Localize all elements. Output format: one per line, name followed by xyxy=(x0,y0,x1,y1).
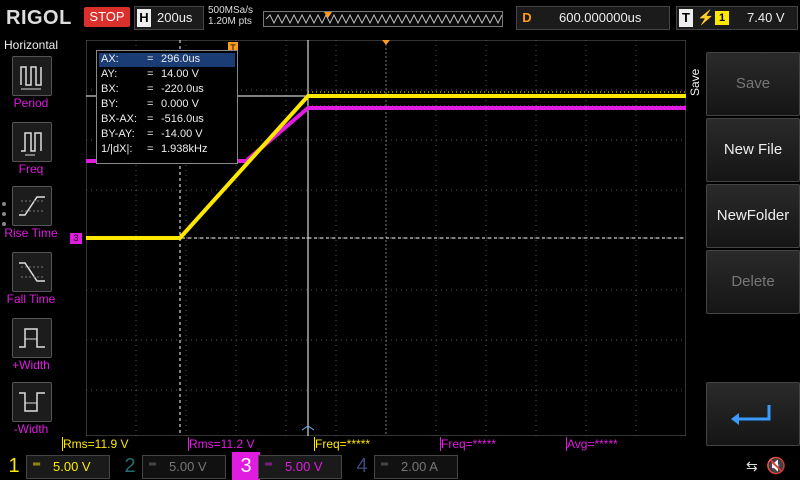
meas-rms-ch3[interactable]: Rms=11.2 V xyxy=(188,437,315,451)
ch2-coupling-icon: ═ xyxy=(149,459,157,470)
channel-status-bar: 1 ═ 5.00 V 2 ═ 5.00 V 3 ═ 5.00 V 4 ═ 2.0… xyxy=(0,452,800,480)
meas-freq-ch1[interactable]: Freq=***** xyxy=(314,437,441,451)
ch1-number: 1 xyxy=(8,455,20,477)
timebase-value: 200us xyxy=(157,10,193,25)
ch2-box: ═ 5.00 V xyxy=(142,455,226,479)
top-status-bar: RIGOL STOP H 200us 500MSa/s 1.20M pts D … xyxy=(0,0,800,36)
run-stop-indicator[interactable]: STOP xyxy=(84,7,130,27)
readout-row-by: BY: = 0.000 V xyxy=(101,98,199,110)
ch3-offset-marker[interactable]: 3 xyxy=(70,233,82,244)
rigol-logo: RIGOL xyxy=(6,7,72,29)
trigger-source: 1 xyxy=(715,11,729,25)
save-menu: Save Save New File NewFolder Delete xyxy=(688,36,800,450)
ch1-coupling-icon: ═ xyxy=(33,459,41,470)
usb-icon: ⇆ xyxy=(746,458,758,474)
memory-waveform-overview xyxy=(265,12,502,25)
readout-row-dy: BY-AY: = -14.00 V xyxy=(101,128,203,140)
horizontal-measure-menu: Horizontal Period Freq Rise Time Fall Ti… xyxy=(0,36,62,450)
save-menu-title: Save xyxy=(688,68,702,96)
memory-overview-strip[interactable] xyxy=(263,11,503,27)
timebase-box[interactable]: H 200us xyxy=(134,6,204,30)
measure-period-label: Period xyxy=(13,96,49,110)
ch3-box: ═ 5.00 V xyxy=(258,455,342,479)
acquisition-info: 500MSa/s 1.20M pts xyxy=(208,5,253,27)
channel-1[interactable]: 1 ═ 5.00 V xyxy=(0,452,116,480)
measure-rise-time-label: Rise Time xyxy=(4,226,58,240)
sample-rate: 500MSa/s xyxy=(208,5,254,16)
channel-2[interactable]: 2 ═ 5.00 V xyxy=(116,452,232,480)
readout-row-dx: BX-AX: = -516.0us xyxy=(101,113,204,125)
delete-button[interactable]: Delete xyxy=(706,250,800,314)
period-icon xyxy=(12,56,52,96)
minus-width-icon xyxy=(12,382,52,422)
ch3-coupling-icon: ═ xyxy=(265,459,273,470)
channel-3[interactable]: 3 ═ 5.00 V xyxy=(232,452,348,480)
rise-time-icon xyxy=(12,186,52,226)
delay-box[interactable]: D 600.000000us xyxy=(516,6,670,30)
ch1-box: ═ 5.00 V xyxy=(26,455,110,479)
ch4-scale: 2.00 A xyxy=(401,459,438,474)
fall-time-icon xyxy=(12,252,52,292)
meas-avg-ch3[interactable]: Avg=***** xyxy=(566,437,685,451)
return-button[interactable] xyxy=(706,382,800,446)
ch4-coupling-icon: ═ xyxy=(381,459,389,470)
readout-row-bx: BX: = -220.0us xyxy=(101,83,204,95)
trigger-level: 7.40 V xyxy=(747,10,785,25)
measure-plus-width[interactable]: +Width xyxy=(0,318,62,378)
meas-freq-ch3[interactable]: Freq=***** xyxy=(440,437,567,451)
ch2-scale: 5.00 V xyxy=(169,459,207,474)
readout-row-freq: 1/|dX|: = 1.938kHz xyxy=(101,143,208,155)
ch1-scale: 5.00 V xyxy=(53,459,91,474)
save-button[interactable]: Save xyxy=(706,52,800,116)
measure-rise-time[interactable]: Rise Time xyxy=(0,186,62,246)
measure-minus-width[interactable]: -Width xyxy=(0,382,62,442)
rising-edge-icon: ⚡ xyxy=(697,9,715,25)
new-file-button[interactable]: New File xyxy=(706,118,800,182)
freq-icon xyxy=(12,122,52,162)
ch2-number: 2 xyxy=(124,455,136,477)
channel-4[interactable]: 4 ═ 2.00 A xyxy=(348,452,464,480)
delay-value: 600.000000us xyxy=(559,10,642,25)
menu-title: Horizontal xyxy=(3,38,59,52)
trigger-box[interactable]: T ⚡ 1 7.40 V xyxy=(676,6,798,30)
trigger-label: T xyxy=(679,9,693,27)
measure-plus-width-label: +Width xyxy=(12,358,50,372)
measure-freq-label: Freq xyxy=(18,162,44,176)
speaker-muted-icon[interactable]: 🔇 xyxy=(766,456,786,476)
delay-label: D xyxy=(522,10,532,25)
readout-row-ax: AX: = 296.0us xyxy=(99,53,235,67)
ch3-scale: 5.00 V xyxy=(285,459,323,474)
measure-minus-width-label: -Width xyxy=(13,422,49,436)
measure-fall-time[interactable]: Fall Time xyxy=(0,252,62,312)
ch4-number: 4 xyxy=(356,455,368,477)
memory-depth: 1.20M pts xyxy=(208,16,252,27)
return-arrow-icon xyxy=(731,405,771,425)
cursor-readout-panel: AX: = 296.0us AY: = 14.00 V BX: = -220.0… xyxy=(96,50,238,164)
measure-period[interactable]: Period xyxy=(0,56,62,116)
meas-rms-ch1[interactable]: Rms=11.9 V xyxy=(62,437,189,451)
measurement-bar: Rms=11.9 V Rms=11.2 V Freq=***** Freq=**… xyxy=(62,437,686,451)
horizontal-label: H xyxy=(137,9,151,27)
measure-freq[interactable]: Freq xyxy=(0,122,62,182)
ch4-box: ═ 2.00 A xyxy=(374,455,458,479)
ch3-number: 3 xyxy=(232,452,260,480)
readout-row-ay: AY: = 14.00 V xyxy=(101,68,199,80)
new-folder-button[interactable]: NewFolder xyxy=(706,184,800,248)
measure-fall-time-label: Fall Time xyxy=(6,292,56,306)
plus-width-icon xyxy=(12,318,52,358)
